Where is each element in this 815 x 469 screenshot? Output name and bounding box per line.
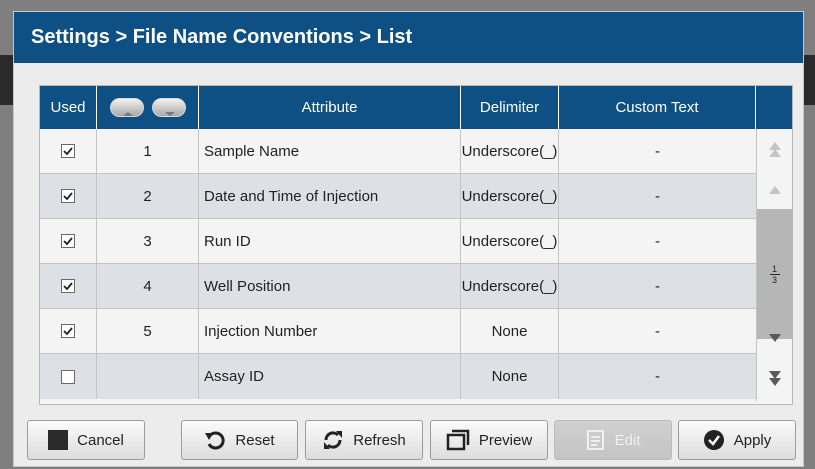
current-page: 1 bbox=[771, 263, 777, 274]
order-cell: 3 bbox=[97, 219, 199, 263]
attribute-cell: Assay ID bbox=[199, 354, 461, 399]
cancel-button[interactable]: Cancel bbox=[27, 420, 145, 460]
preview-button[interactable]: Preview bbox=[430, 420, 548, 460]
table-row[interactable]: 4 Well Position Underscore(_) - bbox=[40, 264, 756, 309]
table-row[interactable]: 1 Sample Name Underscore(_) - bbox=[40, 129, 756, 174]
column-header-attribute: Attribute bbox=[199, 86, 461, 129]
double-down-arrow-icon bbox=[768, 371, 781, 386]
total-pages: 3 bbox=[771, 274, 777, 285]
used-cell bbox=[40, 129, 97, 173]
refresh-button[interactable]: Refresh bbox=[305, 420, 423, 460]
delimiter-cell[interactable]: Underscore(_) bbox=[461, 174, 559, 218]
used-checkbox[interactable] bbox=[61, 279, 75, 293]
used-cell bbox=[40, 309, 97, 353]
table-rows: 1 Sample Name Underscore(_) - 2 Date and… bbox=[40, 129, 756, 401]
used-checkbox[interactable] bbox=[61, 369, 75, 384]
column-header-scroll bbox=[756, 86, 792, 129]
stop-icon bbox=[48, 430, 69, 450]
delimiter-cell[interactable]: Underscore(_) bbox=[461, 264, 559, 308]
used-checkbox[interactable] bbox=[61, 234, 75, 248]
column-header-used: Used bbox=[40, 86, 97, 129]
order-cell: 2 bbox=[97, 174, 199, 218]
table-row[interactable]: 2 Date and Time of Injection Underscore(… bbox=[40, 174, 756, 219]
column-header-custom-text: Custom Text bbox=[559, 86, 756, 129]
delimiter-cell[interactable]: None bbox=[461, 309, 559, 353]
edit-button[interactable]: Edit bbox=[554, 420, 672, 460]
table-scrollbar[interactable]: 1 3 bbox=[756, 129, 792, 401]
page-indicator: 1 3 bbox=[769, 263, 780, 285]
double-up-arrow-icon bbox=[768, 142, 781, 157]
move-down-button[interactable] bbox=[151, 98, 186, 117]
attributes-table: Used Attribute Delimiter Custom Text 1 S… bbox=[39, 85, 793, 405]
attribute-cell: Injection Number bbox=[199, 309, 461, 353]
checkmark-icon bbox=[63, 147, 73, 156]
scroll-up-button[interactable] bbox=[757, 171, 792, 209]
order-cell: 1 bbox=[97, 129, 199, 173]
attribute-cell: Run ID bbox=[199, 219, 461, 263]
scroll-bottom-button[interactable] bbox=[757, 359, 792, 397]
move-up-icon bbox=[122, 112, 133, 116]
checkmark-icon bbox=[63, 192, 73, 201]
refresh-icon bbox=[322, 429, 344, 451]
refresh-label: Refresh bbox=[353, 431, 406, 449]
check-circle-icon bbox=[703, 429, 725, 451]
undo-icon bbox=[204, 429, 226, 451]
delimiter-cell[interactable]: Underscore(_) bbox=[461, 129, 559, 173]
table-header: Used Attribute Delimiter Custom Text bbox=[40, 86, 792, 129]
used-checkbox[interactable] bbox=[61, 144, 75, 158]
checkmark-icon bbox=[63, 282, 73, 291]
scroll-top-button[interactable] bbox=[757, 131, 792, 169]
custom-text-cell[interactable]: - bbox=[559, 354, 756, 399]
table-row[interactable]: 3 Run ID Underscore(_) - bbox=[40, 219, 756, 264]
apply-label: Apply bbox=[733, 431, 772, 449]
order-controls bbox=[97, 86, 199, 129]
table-row[interactable]: 5 Injection Number None - bbox=[40, 309, 756, 354]
column-header-delimiter: Delimiter bbox=[461, 86, 559, 129]
reset-label: Reset bbox=[235, 431, 275, 449]
used-cell bbox=[40, 264, 97, 308]
custom-text-cell[interactable]: - bbox=[559, 174, 756, 218]
delimiter-cell[interactable]: None bbox=[461, 354, 559, 399]
custom-text-cell[interactable]: - bbox=[559, 219, 756, 263]
up-arrow-icon bbox=[768, 186, 781, 194]
custom-text-cell[interactable]: - bbox=[559, 264, 756, 308]
reset-button[interactable]: Reset bbox=[181, 420, 298, 460]
down-arrow-icon bbox=[768, 334, 781, 342]
button-bar: Cancel Reset Refresh Preview Edit Apply bbox=[27, 420, 797, 460]
order-cell bbox=[97, 354, 199, 399]
used-cell bbox=[40, 219, 97, 263]
attribute-cell: Sample Name bbox=[199, 129, 461, 173]
used-checkbox[interactable] bbox=[61, 189, 75, 203]
scroll-down-button[interactable] bbox=[757, 319, 792, 357]
preview-icon bbox=[446, 429, 470, 451]
attribute-cell: Date and Time of Injection bbox=[199, 174, 461, 218]
preview-label: Preview bbox=[478, 431, 533, 449]
checkmark-icon bbox=[63, 237, 73, 246]
table-body: 1 Sample Name Underscore(_) - 2 Date and… bbox=[40, 129, 792, 401]
checkmark-icon bbox=[63, 327, 73, 336]
cancel-label: Cancel bbox=[77, 431, 124, 449]
custom-text-cell[interactable]: - bbox=[559, 129, 756, 173]
settings-dialog: Settings > File Name Conventions > List … bbox=[13, 11, 804, 467]
custom-text-cell[interactable]: - bbox=[559, 309, 756, 353]
move-up-button[interactable] bbox=[109, 98, 144, 117]
edit-label: Edit bbox=[614, 431, 641, 449]
delimiter-cell[interactable]: Underscore(_) bbox=[461, 219, 559, 263]
apply-button[interactable]: Apply bbox=[678, 420, 796, 460]
used-checkbox[interactable] bbox=[61, 324, 75, 338]
dialog-title: Settings > File Name Conventions > List bbox=[14, 12, 803, 63]
order-cell: 4 bbox=[97, 264, 199, 308]
order-cell: 5 bbox=[97, 309, 199, 353]
used-cell bbox=[40, 174, 97, 218]
used-cell bbox=[40, 354, 97, 399]
move-down-icon bbox=[164, 112, 175, 116]
table-row[interactable]: Assay ID None - bbox=[40, 354, 756, 399]
attribute-cell: Well Position bbox=[199, 264, 461, 308]
edit-icon bbox=[586, 429, 606, 451]
